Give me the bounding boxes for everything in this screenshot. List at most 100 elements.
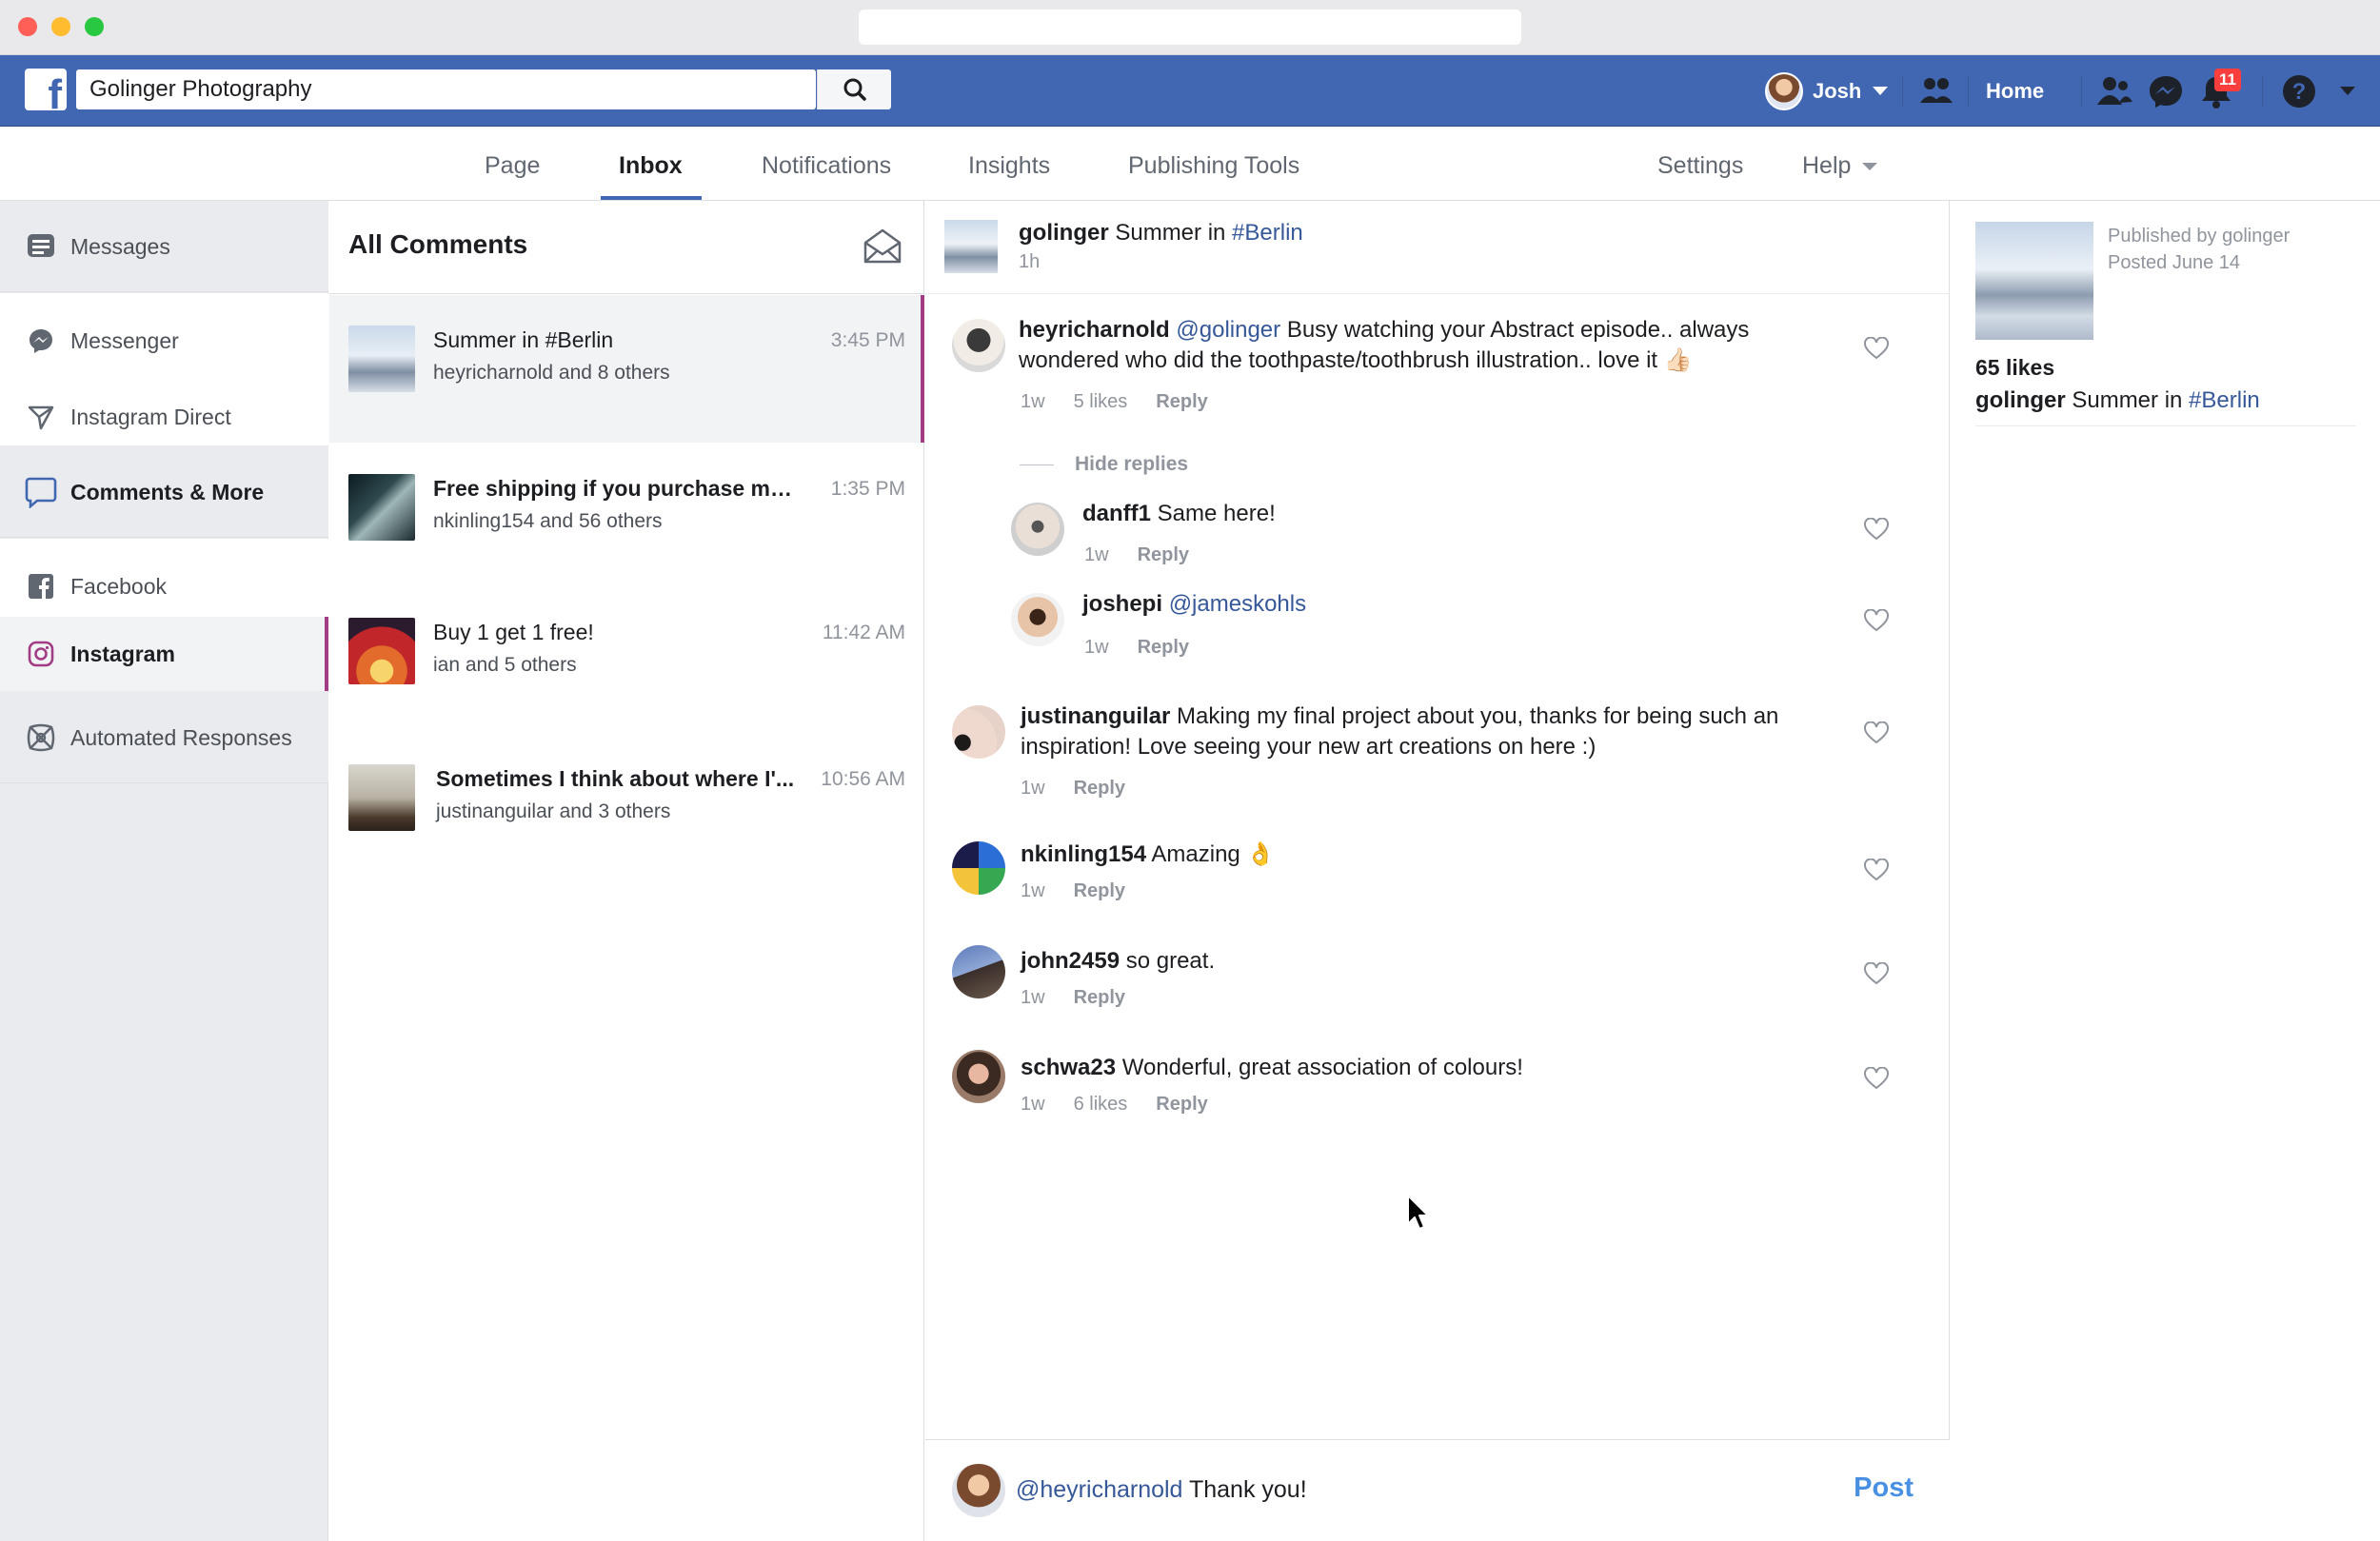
reply-input[interactable]: @heyricharnold Thank you! (1016, 1476, 1307, 1504)
tab-page[interactable]: Page (485, 127, 540, 201)
post-thumbnail (348, 474, 415, 541)
friend-requests-button[interactable] (2096, 55, 2132, 127)
messenger-button[interactable] (2148, 55, 2184, 127)
comment-text: john2459 so great. (1021, 946, 1830, 977)
composer-text: Thank you! (1188, 1476, 1307, 1503)
comment-likes[interactable]: 5 likes (1074, 391, 1128, 413)
facebook-logo-icon[interactable]: f (25, 69, 67, 110)
tab-notifications[interactable]: Notifications (762, 127, 891, 201)
item-time: 10:56 AM (821, 768, 905, 790)
item-title: Sometimes I think about where I'... (436, 766, 795, 791)
sidebar-item-instagram[interactable]: Instagram (0, 617, 328, 691)
messenger-icon (25, 325, 57, 357)
comment-username[interactable]: nkinling154 (1021, 841, 1146, 867)
heart-icon[interactable] (1864, 518, 1889, 541)
avatar[interactable] (952, 705, 1005, 759)
sidebar-item-instagram-direct[interactable]: Instagram Direct (0, 388, 328, 445)
sidebar-item-label: Messenger (70, 327, 179, 353)
sidebar-item-label: Messages (70, 233, 170, 259)
comment-age: 1w (1021, 880, 1045, 901)
profile-button[interactable]: Josh (1765, 55, 1889, 127)
sidebar-item-messenger[interactable]: Messenger (0, 312, 328, 369)
search-button[interactable] (817, 69, 891, 109)
svg-text:?: ? (2292, 79, 2307, 105)
post-thumbnail (348, 326, 415, 392)
comment-mention[interactable]: @golinger (1176, 317, 1280, 343)
search-input[interactable] (88, 75, 811, 104)
post-hashtag[interactable]: #Berlin (1232, 220, 1303, 246)
post-author[interactable]: golinger (1975, 387, 2066, 413)
tab-insights[interactable]: Insights (968, 127, 1050, 201)
comment-mention[interactable]: @jameskohls (1169, 591, 1306, 617)
post-image[interactable] (1975, 222, 2093, 340)
close-window-button[interactable] (18, 17, 37, 36)
account-menu-button[interactable] (2340, 55, 2355, 127)
reply-button[interactable]: Reply (1074, 987, 1125, 1009)
reply-composer[interactable]: @heyricharnold Thank you! Post (925, 1439, 1950, 1541)
comment-age: 1w (1084, 637, 1109, 658)
comment-body-line-1: Busy watching your Abstract episode.. al… (1286, 317, 1750, 343)
avatar[interactable] (952, 319, 1005, 372)
comment-likes[interactable]: 6 likes (1074, 1094, 1128, 1116)
messages-icon (25, 230, 57, 263)
window-titlebar (0, 0, 2380, 55)
heart-icon[interactable] (1864, 721, 1889, 744)
heart-icon[interactable] (1864, 609, 1889, 632)
post-hashtag[interactable]: #Berlin (2189, 387, 2260, 413)
address-bar[interactable] (859, 10, 1521, 45)
avatar[interactable] (1011, 593, 1064, 646)
avatar[interactable] (952, 945, 1005, 998)
post-thumbnail (348, 764, 415, 831)
find-friends-button[interactable] (1918, 55, 1954, 127)
heart-icon[interactable] (1864, 1067, 1889, 1090)
help-label: Help (1802, 152, 1852, 179)
item-subtitle: ian and 5 others (433, 654, 577, 676)
comment-username[interactable]: schwa23 (1021, 1055, 1116, 1080)
list-item[interactable]: Free shipping if you purchase mo ... nki… (329, 444, 924, 591)
sidebar-item-facebook[interactable]: Facebook (0, 558, 328, 615)
comment-username[interactable]: justinanguilar (1021, 703, 1170, 729)
tab-settings[interactable]: Settings (1657, 127, 1743, 201)
avatar[interactable] (1011, 503, 1064, 556)
item-time: 1:35 PM (830, 478, 905, 500)
avatar[interactable] (952, 841, 1005, 895)
comment-username[interactable]: danff1 (1082, 501, 1151, 526)
reply-button[interactable]: Reply (1138, 637, 1189, 659)
home-link[interactable]: Home (1986, 55, 2044, 127)
post-author[interactable]: golinger (1019, 220, 1109, 246)
sidebar-item-comments-more[interactable]: Comments & More (0, 446, 328, 538)
comment-text: danff1 Same here! (1082, 499, 1892, 529)
sidebar-item-messages[interactable]: Messages (0, 201, 328, 292)
tab-inbox[interactable]: Inbox (619, 127, 683, 201)
divider (1975, 425, 2356, 426)
page-tabs: Page Inbox Notifications Insights Publis… (0, 127, 2380, 201)
heart-icon[interactable] (1864, 859, 1889, 881)
tab-publishing-tools[interactable]: Publishing Tools (1128, 127, 1299, 201)
maximize-window-button[interactable] (85, 17, 104, 36)
comment-text: schwa23 Wonderful, great association of … (1021, 1053, 1830, 1083)
mark-read-icon[interactable] (863, 227, 902, 266)
sidebar-item-automated-responses[interactable]: Automated Responses (0, 692, 328, 783)
list-item[interactable]: Summer in #Berlin heyricharnold and 8 ot… (329, 295, 924, 443)
hide-replies-button[interactable]: Hide replies (1019, 453, 1188, 476)
post-button[interactable]: Post (1854, 1472, 1914, 1504)
chevron-down-icon (1873, 87, 1889, 95)
help-dropdown[interactable]: Help (1802, 127, 1878, 201)
reply-button[interactable]: Reply (1138, 544, 1189, 566)
reply-button[interactable]: Reply (1074, 778, 1125, 800)
minimize-window-button[interactable] (51, 17, 70, 36)
heart-icon[interactable] (1864, 337, 1889, 360)
help-button[interactable]: ? (2281, 55, 2317, 127)
comment-username[interactable]: heyricharnold (1019, 317, 1170, 343)
reply-button[interactable]: Reply (1074, 880, 1125, 902)
reply-button[interactable]: Reply (1156, 1094, 1207, 1116)
home-label: Home (1986, 78, 2045, 103)
comment-username[interactable]: john2459 (1021, 948, 1120, 974)
heart-icon[interactable] (1864, 962, 1889, 985)
list-item[interactable]: Buy 1 get 1 free! ian and 5 others 11:42… (329, 589, 924, 737)
avatar[interactable] (952, 1050, 1005, 1103)
reply-button[interactable]: Reply (1156, 391, 1207, 413)
facebook-top-bar: f Josh Home (0, 55, 2380, 127)
list-item[interactable]: Sometimes I think about where I'... just… (329, 736, 924, 883)
comment-username[interactable]: joshepi (1082, 591, 1162, 617)
